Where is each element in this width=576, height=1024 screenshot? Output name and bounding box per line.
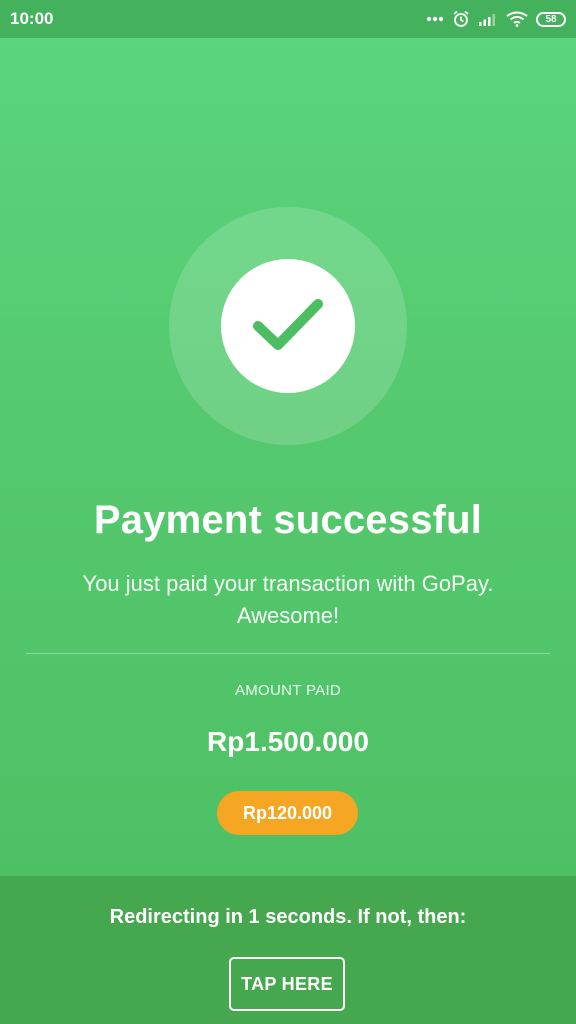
status-bar: 10:00 58 [0,0,576,38]
battery-level: 58 [545,13,557,25]
battery-icon: 58 [536,11,566,27]
check-icon [248,292,328,361]
status-time: 10:00 [10,9,54,28]
divider [26,653,550,654]
amount-value: Rp1.500.000 [207,726,369,757]
status-icons: 58 [426,10,566,28]
amount-label: AMOUNT PAID [234,682,342,699]
redirect-panel: Redirecting in 1 seconds. If not, then: … [0,876,576,1024]
check-badge [221,259,355,393]
subtitle: You just paid your transaction with GoPa… [40,568,536,632]
page-title: Payment successful [93,498,483,542]
subtitle-line-2: Awesome! [236,603,340,628]
wifi-icon [506,11,528,27]
more-dots-icon [426,16,444,22]
cashback-pill: Rp120.000 [217,791,358,835]
alarm-icon [452,10,470,28]
subtitle-line-1: You just paid your transaction with GoPa… [82,571,494,596]
redirect-text: Redirecting in 1 seconds. If not, then: [109,906,467,928]
tap-here-button[interactable]: TAP HERE [229,957,345,1011]
signal-icon [478,12,498,26]
